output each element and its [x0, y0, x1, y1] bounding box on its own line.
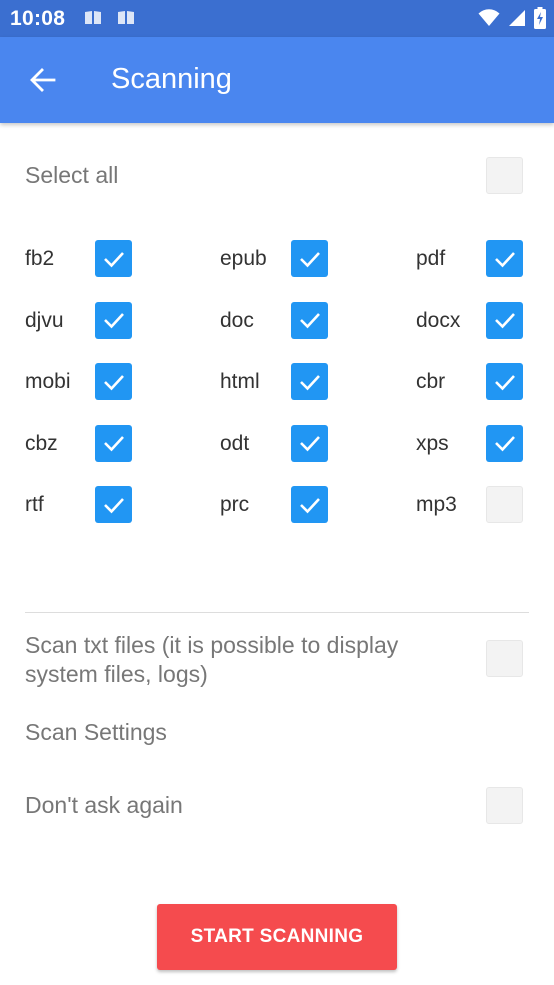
check-icon — [103, 436, 124, 452]
select-all-label: Select all — [25, 162, 119, 188]
format-checkbox-prc[interactable] — [291, 486, 328, 523]
check-icon — [494, 436, 515, 452]
wifi-icon — [478, 9, 500, 26]
check-icon — [103, 497, 124, 513]
check-icon — [299, 436, 320, 452]
format-checkbox-epub[interactable] — [291, 240, 328, 277]
status-bar: 10:08 — [0, 0, 554, 37]
format-label-docx: docx — [416, 308, 461, 332]
format-checkbox-fb2[interactable] — [95, 240, 132, 277]
format-label-cbz: cbz — [25, 431, 58, 455]
format-checkbox-rtf[interactable] — [95, 486, 132, 523]
format-label-cbr: cbr — [416, 370, 446, 393]
format-label-epub: epub — [220, 247, 267, 270]
check-icon — [299, 251, 320, 267]
select-all-checkbox[interactable] — [486, 157, 523, 194]
format-checkbox-odt[interactable] — [291, 424, 328, 462]
format-checkbox-cbz[interactable] — [95, 424, 132, 462]
format-label-djvu: djvu — [25, 308, 64, 332]
scan-settings-link[interactable]: Scan Settings — [25, 719, 167, 746]
format-label-mobi: mobi — [25, 370, 71, 393]
format-checkbox-mp3[interactable] — [486, 486, 523, 523]
check-icon — [103, 313, 124, 329]
check-icon — [494, 374, 515, 390]
check-icon — [299, 313, 320, 329]
format-label-prc: prc — [220, 493, 250, 516]
format-checkbox-djvu[interactable] — [95, 301, 132, 339]
scan-txt-label: Scan txt files (it is possible to displa… — [25, 632, 399, 687]
dont-ask-checkbox[interactable] — [486, 787, 523, 824]
format-checkbox-docx[interactable] — [486, 301, 523, 339]
check-icon — [103, 374, 124, 390]
format-label-pdf: pdf — [416, 247, 446, 270]
format-label-rtf: rtf — [25, 493, 44, 516]
app-bar: Scanning — [0, 37, 554, 123]
arrow-left-icon — [30, 68, 56, 92]
format-label-html: html — [220, 370, 260, 393]
book-icon — [85, 11, 101, 24]
page-title: Scanning — [111, 63, 232, 95]
format-checkbox-cbr[interactable] — [486, 363, 523, 400]
battery-icon — [534, 7, 546, 29]
format-checkbox-xps[interactable] — [486, 424, 523, 462]
signal-icon — [509, 10, 525, 26]
format-label-xps: xps — [416, 431, 449, 455]
format-checkbox-mobi[interactable] — [95, 363, 132, 400]
status-icons — [478, 6, 546, 30]
format-label-fb2: fb2 — [25, 247, 55, 270]
book-icon — [118, 11, 134, 24]
divider — [25, 612, 529, 613]
check-icon — [494, 313, 515, 329]
format-checkbox-pdf[interactable] — [486, 240, 523, 277]
check-icon — [299, 374, 320, 390]
status-time: 10:08 — [10, 7, 66, 30]
format-label-odt: odt — [220, 431, 250, 455]
format-checkbox-doc[interactable] — [291, 301, 328, 339]
check-icon — [299, 497, 320, 513]
format-label-doc: doc — [220, 308, 254, 332]
check-icon — [494, 251, 515, 267]
format-label-mp3: mp3 — [416, 493, 457, 516]
start-scanning-button[interactable]: START SCANNING — [157, 904, 397, 970]
back-button[interactable] — [22, 59, 64, 101]
format-checkbox-html[interactable] — [291, 363, 328, 400]
dont-ask-label: Don't ask again — [25, 792, 183, 818]
scan-txt-checkbox[interactable] — [486, 640, 523, 677]
check-icon — [103, 251, 124, 267]
